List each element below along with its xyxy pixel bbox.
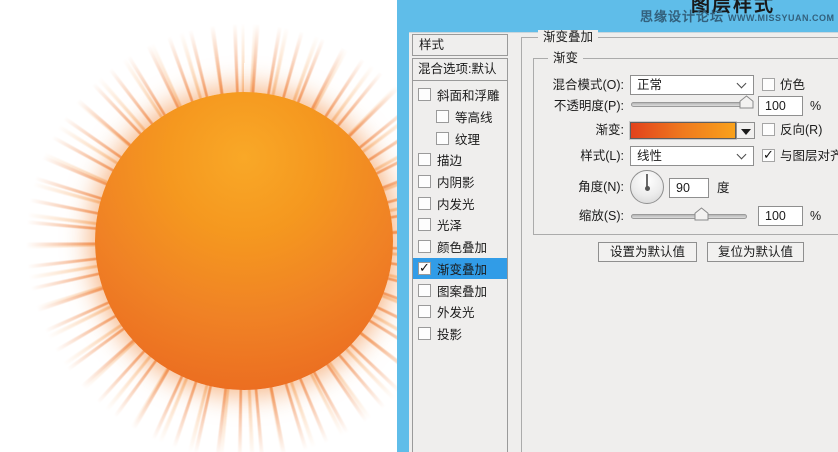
style-item-label: 斜面和浮雕	[437, 89, 500, 104]
dither-label: 仿色	[780, 78, 806, 92]
opacity-unit-label: %	[810, 99, 822, 113]
checkbox[interactable]	[436, 110, 449, 124]
gradient-label: 渐变:	[595, 123, 624, 137]
screen: 图层样式 思缘设计论坛 www.missyuan.com 样式 混合选项:默认 斜…	[0, 0, 838, 452]
make-default-button[interactable]: 设置为默认值	[598, 242, 697, 262]
style-item-label: 光泽	[437, 219, 463, 234]
watermark: 思缘设计论坛 www.missyuan.com	[640, 6, 835, 25]
opacity-label: 不透明度(P):	[553, 99, 624, 113]
scale-unit-label: %	[810, 209, 822, 223]
reset-default-button[interactable]: 复位为默认值	[707, 242, 804, 262]
styles-panel-header[interactable]: 样式	[412, 34, 508, 56]
gradient-subgroup-title: 渐变	[548, 51, 584, 65]
watermark-url: www.missyuan.com	[728, 13, 835, 23]
style-item-label: 内发光	[437, 197, 475, 212]
opacity-input[interactable]	[758, 96, 803, 116]
opacity-slider-handle[interactable]	[739, 95, 754, 109]
style-item-label: 描边	[437, 154, 463, 169]
style-item-label: 纹理	[455, 132, 481, 147]
gradient-swatch[interactable]	[629, 121, 737, 140]
checkbox[interactable]	[418, 326, 431, 340]
checkbox[interactable]	[418, 305, 431, 319]
style-item-outer-glow[interactable]: 外发光	[413, 301, 507, 323]
blend-mode-value: 正常	[637, 78, 663, 92]
style-item-texture[interactable]: 纹理	[413, 127, 507, 149]
checkbox[interactable]	[436, 131, 449, 145]
style-item-pattern-overlay[interactable]: 图案叠加	[413, 279, 507, 301]
align-with-layer-checkbox[interactable]	[762, 147, 775, 163]
style-item-label: 图案叠加	[437, 284, 488, 299]
style-item-inner-shadow[interactable]: 内阴影	[413, 171, 507, 193]
style-item-inner-glow[interactable]: 内发光	[413, 192, 507, 214]
sun-circle-graphic	[95, 92, 393, 390]
style-select[interactable]: 线性	[630, 146, 754, 166]
style-item-stroke[interactable]: 描边	[413, 149, 507, 171]
chevron-down-icon	[736, 149, 747, 160]
scale-input[interactable]	[758, 206, 803, 226]
scale-label: 缩放(S):	[578, 209, 624, 223]
scale-slider-handle[interactable]	[694, 207, 709, 221]
angle-dial[interactable]	[630, 170, 664, 204]
style-value: 线性	[637, 149, 663, 163]
style-item-gradient-overlay[interactable]: 渐变叠加	[413, 257, 507, 280]
reverse-label: 反向(R)	[780, 123, 823, 137]
dither-checkbox[interactable]	[762, 78, 775, 91]
style-item-label: 颜色叠加	[437, 241, 488, 256]
style-items: 斜面和浮雕 等高线 纹理 描边 内阴影 内发光 光泽 颜色叠加 渐变叠加 图案叠…	[413, 81, 507, 344]
style-label: 样式(L):	[580, 149, 624, 163]
style-item-bevel-emboss[interactable]: 斜面和浮雕	[413, 84, 507, 106]
angle-label: 角度(N):	[578, 180, 624, 194]
checkbox[interactable]	[418, 240, 431, 254]
style-item-label: 外发光	[437, 306, 475, 321]
checkbox[interactable]	[418, 196, 431, 210]
blending-options-row[interactable]: 混合选项:默认	[413, 59, 507, 81]
checkbox[interactable]	[418, 260, 431, 276]
gradient-picker-button[interactable]	[736, 122, 755, 139]
watermark-site: 思缘设计论坛	[640, 9, 725, 24]
style-item-drop-shadow[interactable]: 投影	[413, 323, 507, 345]
styles-list: 混合选项:默认 斜面和浮雕 等高线 纹理 描边 内阴影 内发光 光泽 颜色叠加 …	[412, 58, 508, 452]
style-item-label: 等高线	[455, 111, 493, 126]
layer-style-dialog: 图层样式 思缘设计论坛 www.missyuan.com 样式 混合选项:默认 斜…	[397, 0, 838, 452]
checkbox[interactable]	[418, 175, 431, 189]
scale-slider[interactable]	[631, 214, 747, 219]
style-item-label: 渐变叠加	[437, 262, 488, 277]
checkbox[interactable]	[418, 153, 431, 167]
gradient-overlay-group-title: 渐变叠加	[538, 30, 599, 44]
angle-unit-label: 度	[717, 181, 730, 195]
style-item-satin[interactable]: 光泽	[413, 214, 507, 236]
checkbox[interactable]	[418, 218, 431, 232]
blend-mode-select[interactable]: 正常	[630, 75, 754, 95]
checkbox[interactable]	[418, 88, 431, 102]
style-item-label: 投影	[437, 327, 463, 342]
opacity-slider[interactable]	[631, 102, 747, 107]
style-item-label: 内阴影	[437, 176, 475, 191]
style-item-color-overlay[interactable]: 颜色叠加	[413, 236, 507, 258]
document-canvas	[0, 0, 397, 452]
blend-mode-label: 混合模式(O):	[552, 78, 624, 92]
dialog-body: 样式 混合选项:默认 斜面和浮雕 等高线 纹理 描边 内阴影 内发光 光泽 颜色…	[409, 30, 838, 452]
angle-dial-center	[644, 185, 650, 191]
chevron-down-icon	[736, 78, 747, 89]
checkbox[interactable]	[418, 283, 431, 297]
triangle-down-icon	[741, 129, 751, 135]
angle-input[interactable]	[669, 178, 709, 198]
style-item-contour[interactable]: 等高线	[413, 106, 507, 128]
align-with-layer-label: 与图层对齐	[780, 149, 838, 163]
reverse-checkbox[interactable]	[762, 123, 775, 136]
